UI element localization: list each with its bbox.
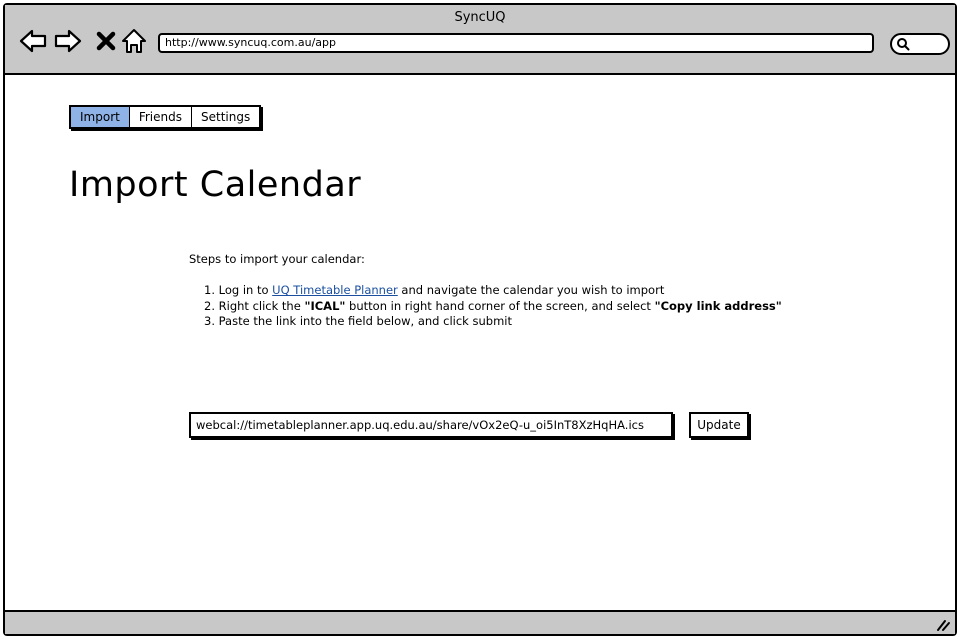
ical-url-input[interactable]	[189, 412, 673, 438]
uq-timetable-planner-link[interactable]: UQ Timetable Planner	[272, 283, 398, 297]
browser-search-box[interactable]	[890, 33, 950, 55]
step-item: 3. Paste the link into the field below, …	[204, 314, 782, 330]
step-text: 1. Log in to	[204, 283, 273, 297]
url-bar[interactable]: http://www.syncuq.com.au/app	[158, 33, 874, 53]
search-icon	[897, 38, 910, 51]
step-text: button in right hand corner of the scree…	[345, 298, 655, 313]
steps-list: 1. Log in to UQ Timetable Planner and na…	[204, 283, 782, 330]
step-item: 2. Right click the "ICAL" button in righ…	[204, 299, 782, 315]
step-text: and navigate the calendar you wish to im…	[397, 283, 665, 297]
resize-grip-icon[interactable]	[935, 616, 951, 632]
forward-arrow-icon[interactable]	[53, 26, 83, 56]
ical-label: "ICAL"	[304, 298, 346, 313]
step-item: 1. Log in to UQ Timetable Planner and na…	[204, 283, 782, 299]
close-icon[interactable]	[91, 26, 121, 56]
browser-window: SyncUQ http://www.syncuq.com.au/app Impo…	[3, 3, 957, 636]
copy-link-label: "Copy link address"	[654, 298, 782, 313]
tab-bar: Import Friends Settings	[69, 105, 262, 129]
step-text: 3. Paste the link into the field below, …	[204, 314, 512, 328]
browser-toolbar: SyncUQ http://www.syncuq.com.au/app	[5, 5, 955, 75]
home-icon[interactable]	[119, 26, 149, 56]
status-bar	[5, 610, 955, 634]
tab-friends[interactable]: Friends	[130, 107, 192, 127]
back-arrow-icon[interactable]	[18, 26, 48, 56]
window-title: SyncUQ	[454, 10, 506, 25]
tab-settings[interactable]: Settings	[192, 107, 259, 127]
tab-import[interactable]: Import	[71, 107, 130, 127]
update-button[interactable]: Update	[689, 412, 749, 438]
step-text: 2. Right click the	[204, 298, 305, 313]
steps-intro: Steps to import your calendar:	[189, 252, 365, 266]
page-title: Import Calendar	[69, 165, 362, 205]
